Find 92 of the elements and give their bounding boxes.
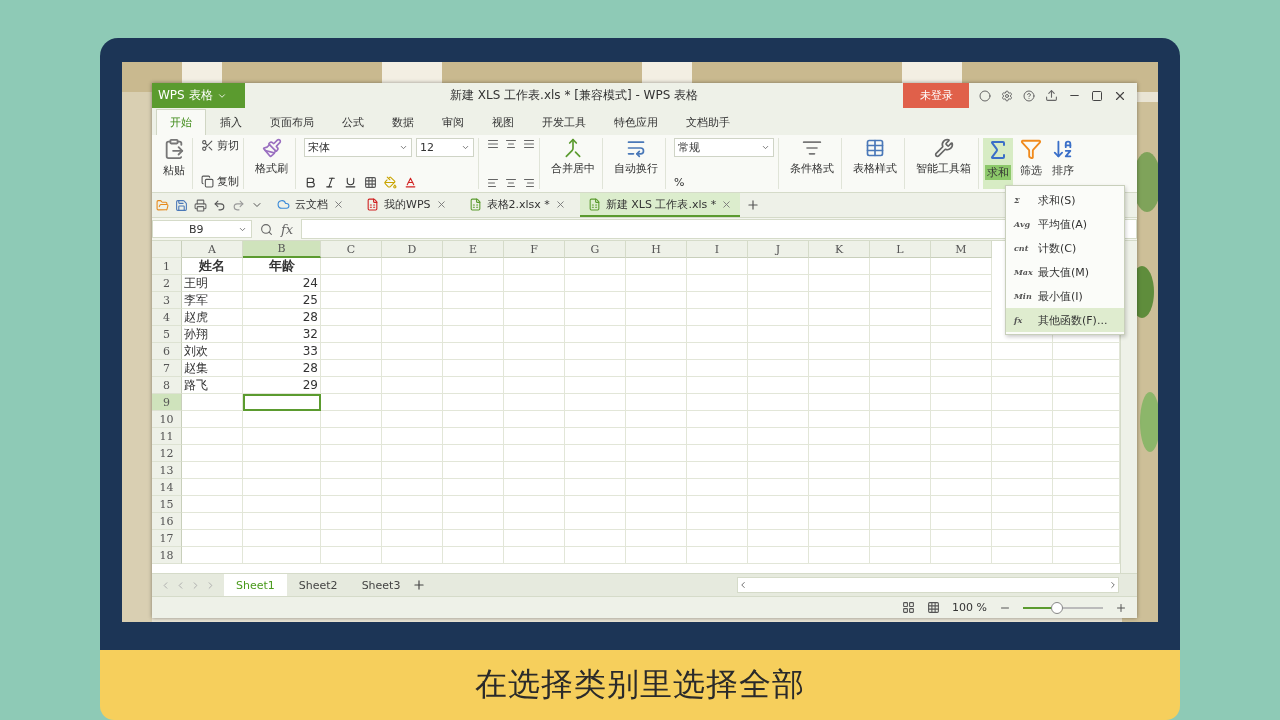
table-cell[interactable]: 32 <box>243 326 321 343</box>
row-header[interactable]: 6 <box>152 343 182 360</box>
video-caption: 在选择类别里选择全部 <box>475 664 805 705</box>
row-header[interactable]: 3 <box>152 292 182 309</box>
conditional-format-button[interactable]: 条件格式 <box>787 138 837 176</box>
ribbon-tab[interactable]: 插入 <box>206 109 256 135</box>
table-cell[interactable]: 赵集 <box>182 360 243 377</box>
table-cell[interactable]: 28 <box>243 309 321 326</box>
column-header[interactable]: I <box>687 241 748 258</box>
column-header[interactable]: H <box>626 241 687 258</box>
menu-item[interactable]: cnt 计数(C) <box>1006 236 1124 260</box>
sheet-tab[interactable]: Sheet1 <box>224 574 287 596</box>
column-header[interactable]: J <box>748 241 809 258</box>
ribbon-tab[interactable]: 开发工具 <box>528 109 600 135</box>
table-cell[interactable]: 刘欢 <box>182 343 243 360</box>
ribbon-tab[interactable]: 文档助手 <box>672 109 744 135</box>
toolbox-button[interactable]: 智能工具箱 <box>913 138 974 176</box>
column-header[interactable]: B <box>243 241 321 258</box>
row-header[interactable]: 16 <box>152 513 182 530</box>
table-cell[interactable]: 25 <box>243 292 321 309</box>
row-header[interactable]: 7 <box>152 360 182 377</box>
table-cell[interactable]: 29 <box>243 377 321 394</box>
table-style-button[interactable]: 表格样式 <box>850 138 900 176</box>
row-header[interactable]: 4 <box>152 309 182 326</box>
document-tab[interactable]: 表格2.xlsx * <box>460 193 574 217</box>
font-size-select[interactable]: 12 <box>416 138 474 157</box>
ribbon-tab[interactable]: 数据 <box>378 109 428 135</box>
window-title: 新建 XLS 工作表.xls * [兼容模式] - WPS 表格 <box>448 87 700 104</box>
row-header[interactable]: 17 <box>152 530 182 547</box>
column-header[interactable]: E <box>443 241 504 258</box>
column-header[interactable]: K <box>809 241 870 258</box>
document-tab[interactable]: 云文档 <box>269 193 352 217</box>
column-header[interactable]: F <box>504 241 565 258</box>
ribbon-tab[interactable]: 视图 <box>478 109 528 135</box>
sum-button[interactable]: 求和 <box>983 138 1013 189</box>
row-header[interactable]: 14 <box>152 479 182 496</box>
sheet-tab[interactable]: Sheet3 <box>349 574 413 596</box>
table-cell[interactable]: 赵虎 <box>182 309 243 326</box>
sort-button[interactable]: 排序 <box>1049 138 1077 189</box>
menu-item[interactable]: Min 最小值(I) <box>1006 284 1124 308</box>
row-header[interactable]: 18 <box>152 547 182 564</box>
row-header[interactable]: 2 <box>152 275 182 292</box>
table-cell[interactable]: 路飞 <box>182 377 243 394</box>
row-header[interactable]: 1 <box>152 258 182 275</box>
table-cell[interactable]: 姓名 <box>182 258 243 275</box>
row-header[interactable]: 9 <box>152 394 182 411</box>
row-header[interactable]: 11 <box>152 428 182 445</box>
column-header[interactable]: L <box>870 241 931 258</box>
copy-button[interactable]: 复制 <box>201 174 239 189</box>
document-tab[interactable]: 新建 XLS 工作表.xls * <box>579 193 741 217</box>
column-header[interactable]: D <box>382 241 443 258</box>
function-label[interactable]: fx <box>281 221 294 237</box>
cut-button[interactable]: 剪切 <box>201 138 239 153</box>
ribbon-tab[interactable]: 审阅 <box>428 109 478 135</box>
ribbon-tab[interactable]: 页面布局 <box>256 109 328 135</box>
format-painter-button[interactable]: 格式刷 <box>252 138 291 176</box>
row-header[interactable]: 12 <box>152 445 182 462</box>
percent-button[interactable]: % <box>674 176 685 189</box>
column-header[interactable]: G <box>565 241 626 258</box>
menu-item[interactable]: fx 其他函数(F)... <box>1006 308 1124 332</box>
ribbon-tab[interactable]: 特色应用 <box>600 109 672 135</box>
table-cell[interactable]: 王明 <box>182 275 243 292</box>
column-header[interactable]: C <box>321 241 382 258</box>
menu-item[interactable]: Avg 平均值(A) <box>1006 212 1124 236</box>
menu-item[interactable]: Max 最大值(M) <box>1006 260 1124 284</box>
zoom-value: 100 % <box>952 601 987 614</box>
table-cell[interactable]: 李军 <box>182 292 243 309</box>
ribbon-tab[interactable]: 开始 <box>156 109 206 135</box>
row-header[interactable]: 13 <box>152 462 182 479</box>
sheet-tab[interactable]: Sheet2 <box>286 574 350 596</box>
table-cell[interactable]: 孙翔 <box>182 326 243 343</box>
table-cell[interactable]: 33 <box>243 343 321 360</box>
number-format-select[interactable]: 常规 <box>674 138 774 157</box>
column-header[interactable]: A <box>182 241 243 258</box>
ribbon-tab[interactable]: 公式 <box>328 109 378 135</box>
row-header[interactable]: 15 <box>152 496 182 513</box>
paste-button[interactable]: 粘贴 <box>160 138 188 178</box>
menu-item[interactable]: Σ 求和(S) <box>1006 188 1124 212</box>
row-header[interactable]: 10 <box>152 411 182 428</box>
row-header[interactable]: 5 <box>152 326 182 343</box>
name-box[interactable]: B9 <box>152 220 252 238</box>
merge-center-button[interactable]: 合并居中 <box>548 138 598 176</box>
table-cell[interactable]: 年龄 <box>243 258 321 275</box>
wrap-text-button[interactable]: 自动换行 <box>611 138 661 176</box>
filter-button[interactable]: 筛选 <box>1017 138 1045 189</box>
table-cell[interactable]: 24 <box>243 275 321 292</box>
login-button[interactable]: 未登录 <box>903 83 969 108</box>
document-tab[interactable]: 我的WPS <box>358 193 455 217</box>
column-header[interactable]: M <box>931 241 992 258</box>
font-name-select[interactable]: 宋体 <box>304 138 412 157</box>
row-header[interactable]: 8 <box>152 377 182 394</box>
table-cell[interactable]: 28 <box>243 360 321 377</box>
